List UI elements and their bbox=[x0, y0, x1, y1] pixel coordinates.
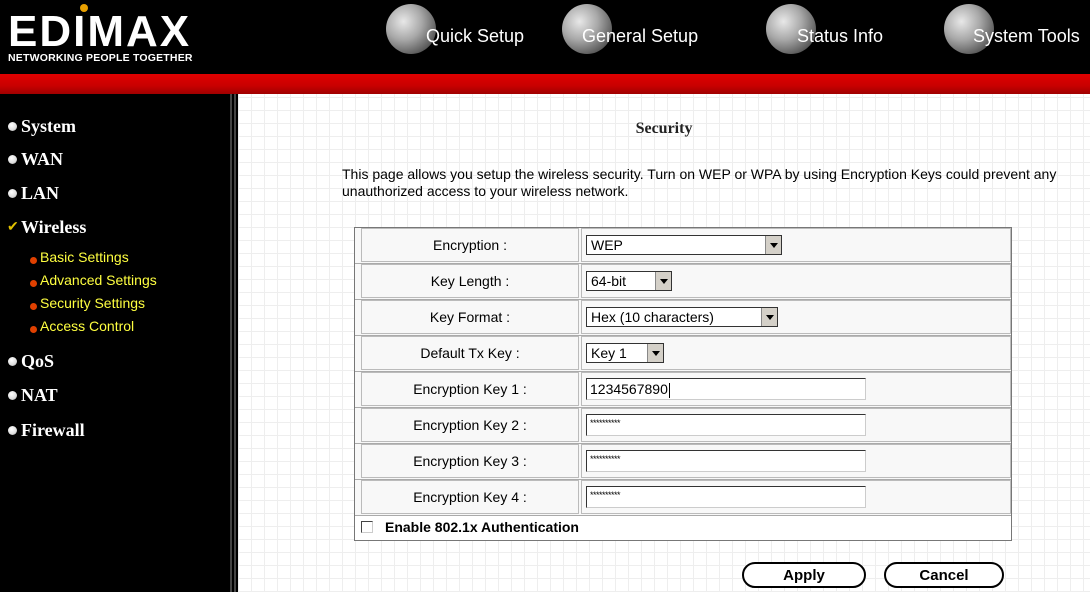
form-cell: ********** bbox=[581, 444, 1011, 478]
encryption-label: Encryption : bbox=[361, 228, 579, 262]
dropdown-arrow-icon[interactable] bbox=[761, 308, 777, 326]
submenu-label: Access Control bbox=[40, 318, 135, 334]
tab-general-setup[interactable]: General Setup bbox=[562, 0, 752, 74]
checkmark-icon: ✔ bbox=[7, 218, 19, 234]
key-length-label: Key Length : bbox=[361, 264, 579, 298]
sidebar-item-label: WAN bbox=[21, 149, 64, 169]
logo-dot bbox=[80, 4, 88, 12]
bullet-icon bbox=[30, 280, 37, 287]
encryption-key-3-input[interactable]: ********** bbox=[586, 450, 866, 472]
encryption-key-2-input[interactable]: ********** bbox=[586, 414, 866, 436]
red-divider-band bbox=[0, 74, 1090, 94]
key-format-value: Hex (10 characters) bbox=[591, 309, 714, 325]
form-row-8021x: Enable 802.1x Authentication bbox=[355, 516, 1011, 540]
cancel-button[interactable]: Cancel bbox=[884, 562, 1004, 588]
sidebar: System WAN LAN ✔ Wireless Basic Settings… bbox=[0, 94, 238, 592]
bullet-icon bbox=[30, 326, 37, 333]
logo-tagline: NETWORKING PEOPLE TOGETHER bbox=[8, 52, 193, 64]
encryption-value: WEP bbox=[591, 237, 623, 253]
form-row-default-tx-key: Default Tx Key : Key 1 bbox=[355, 336, 1011, 372]
default-tx-key-value: Key 1 bbox=[591, 345, 627, 361]
submenu-label: Basic Settings bbox=[40, 249, 129, 265]
sidebar-item-label: Wireless bbox=[21, 217, 87, 237]
key-1-text: 1234567890 bbox=[590, 381, 668, 397]
encryption-select[interactable]: WEP bbox=[586, 235, 782, 255]
tab-system-tools[interactable]: System Tools bbox=[944, 0, 1090, 74]
tab-quick-setup[interactable]: Quick Setup bbox=[386, 0, 546, 74]
form-row-key4: Encryption Key 4 : ********** bbox=[355, 480, 1011, 516]
key-length-select[interactable]: 64-bit bbox=[586, 271, 672, 291]
form-cell: WEP bbox=[581, 228, 1011, 262]
bullet-icon bbox=[8, 189, 17, 198]
dropdown-arrow-icon[interactable] bbox=[647, 344, 663, 362]
sidebar-edge-stripe bbox=[230, 94, 238, 592]
form-row-encryption: Encryption : WEP bbox=[355, 228, 1011, 264]
dropdown-arrow-icon[interactable] bbox=[655, 272, 671, 290]
form-cell: ********** bbox=[581, 408, 1011, 442]
key-format-label: Key Format : bbox=[361, 300, 579, 334]
form-cell: 1234567890 bbox=[581, 372, 1011, 406]
page-description: This page allows you setup the wireless … bbox=[342, 166, 1057, 199]
form-row-key-length: Key Length : 64-bit bbox=[355, 264, 1011, 300]
sidebar-item-label: LAN bbox=[21, 183, 60, 203]
tab-label: Quick Setup bbox=[426, 26, 525, 46]
form-row-key1: Encryption Key 1 : 1234567890 bbox=[355, 372, 1011, 408]
sidebar-item-label: System bbox=[21, 116, 76, 136]
form-cell: ********** bbox=[581, 480, 1011, 514]
bullet-icon bbox=[8, 357, 17, 366]
encryption-key-1-input[interactable]: 1234567890 bbox=[586, 378, 866, 400]
enable-8021x-label: Enable 802.1x Authentication bbox=[385, 519, 579, 535]
security-form: Encryption : WEP Key Length : 64-bit Key… bbox=[354, 227, 1012, 541]
key-length-value: 64-bit bbox=[591, 273, 627, 289]
encryption-key-3-value: ********** bbox=[590, 454, 621, 464]
edimax-logo: EDIMAX NETWORKING PEOPLE TOGETHER bbox=[4, 4, 234, 66]
sidebar-item-label: NAT bbox=[21, 385, 58, 405]
key-format-select[interactable]: Hex (10 characters) bbox=[586, 307, 778, 327]
apply-button[interactable]: Apply bbox=[742, 562, 866, 588]
form-cell: Key 1 bbox=[581, 336, 1011, 370]
encryption-key-1-value: 1234567890 bbox=[590, 381, 670, 398]
form-cell: Hex (10 characters) bbox=[581, 300, 1011, 334]
bullet-icon bbox=[8, 122, 17, 131]
enable-8021x-checkbox[interactable] bbox=[361, 521, 373, 533]
page-title: Security bbox=[635, 120, 693, 137]
encryption-key-4-input[interactable]: ********** bbox=[586, 486, 866, 508]
logo-text: EDIMAX bbox=[8, 7, 192, 56]
form-row-key3: Encryption Key 3 : ********** bbox=[355, 444, 1011, 480]
form-row-key2: Encryption Key 2 : ********** bbox=[355, 408, 1011, 444]
encryption-key-1-label: Encryption Key 1 : bbox=[361, 372, 579, 406]
bullet-icon bbox=[30, 303, 37, 310]
form-cell: 64-bit bbox=[581, 264, 1011, 298]
tab-label: General Setup bbox=[582, 26, 699, 46]
bullet-icon bbox=[8, 391, 17, 400]
encryption-key-2-label: Encryption Key 2 : bbox=[361, 408, 579, 442]
encryption-key-3-label: Encryption Key 3 : bbox=[361, 444, 579, 478]
tab-label: Status Info bbox=[797, 26, 884, 46]
tab-label: System Tools bbox=[973, 26, 1080, 46]
bullet-icon bbox=[8, 155, 17, 164]
sidebar-item-label: Firewall bbox=[21, 420, 85, 440]
default-tx-key-label: Default Tx Key : bbox=[361, 336, 579, 370]
encryption-key-2-value: ********** bbox=[590, 418, 621, 428]
dropdown-arrow-icon[interactable] bbox=[765, 236, 781, 254]
submenu-label: Security Settings bbox=[40, 295, 146, 311]
bullet-icon bbox=[8, 426, 17, 435]
encryption-key-4-label: Encryption Key 4 : bbox=[361, 480, 579, 514]
encryption-key-4-value: ********** bbox=[590, 490, 621, 500]
submenu-label: Advanced Settings bbox=[40, 272, 157, 288]
sidebar-item-label: QoS bbox=[21, 351, 55, 371]
tab-status-info[interactable]: Status Info bbox=[766, 0, 926, 74]
bullet-icon bbox=[30, 257, 37, 264]
form-row-key-format: Key Format : Hex (10 characters) bbox=[355, 300, 1011, 336]
text-caret bbox=[668, 382, 670, 398]
header-bar: EDIMAX NETWORKING PEOPLE TOGETHER Quick … bbox=[0, 0, 1090, 74]
default-tx-key-select[interactable]: Key 1 bbox=[586, 343, 664, 363]
